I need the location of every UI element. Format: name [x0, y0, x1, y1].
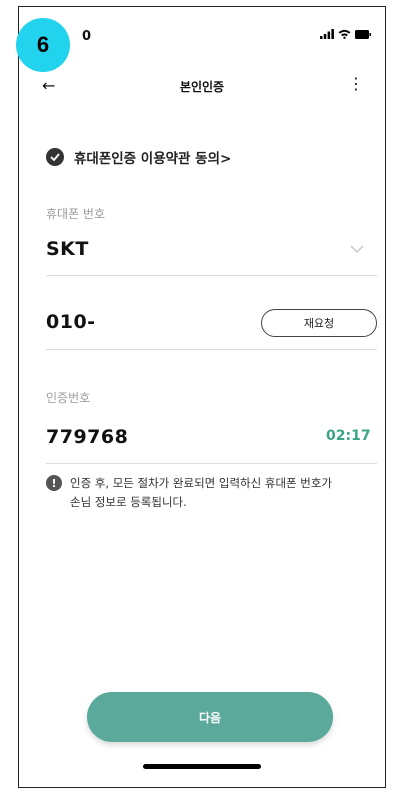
resend-button[interactable]: 재요청 [261, 309, 377, 337]
home-indicator [143, 764, 261, 769]
wifi-icon [338, 29, 351, 39]
verification-code-input[interactable]: 779768 [46, 426, 128, 448]
verification-code-label: 인증번호 [46, 391, 91, 405]
phone-number-input[interactable]: 010- [46, 311, 96, 333]
carrier-divider [46, 275, 377, 276]
info-icon: ! [46, 475, 62, 491]
phone-number-divider [46, 349, 377, 350]
page-title: 본인인증 [179, 80, 225, 94]
step-number-badge: 6 [16, 18, 70, 72]
chevron-down-icon[interactable] [350, 245, 364, 253]
battery-icon [355, 29, 371, 39]
info-notice: ! 인증 후, 모든 절차가 완료되면 입력하신 휴대폰 번호가 손님 정보로 … [46, 474, 346, 512]
notice-text: 인증 후, 모든 절차가 완료되면 입력하신 휴대폰 번호가 손님 정보로 등록… [70, 476, 333, 509]
check-icon[interactable] [46, 148, 64, 166]
phone-label: 휴대폰 번호 [46, 207, 106, 221]
more-menu-icon[interactable]: ⋮ [348, 74, 364, 93]
countdown-timer: 02:17 [326, 428, 371, 444]
verification-code-divider [46, 463, 377, 464]
app-header: ← 본인인증 ⋮ [18, 70, 386, 106]
status-time: 0 [82, 29, 92, 44]
terms-agreement-link[interactable]: 휴대폰인증 이용약관 동의> [74, 147, 231, 167]
carrier-select[interactable]: SKT [46, 238, 89, 260]
signal-icon [320, 29, 334, 39]
next-button[interactable]: 다음 [87, 692, 333, 742]
status-icons [320, 29, 371, 39]
terms-agreement-row[interactable]: 휴대폰인증 이용약관 동의> [46, 147, 231, 167]
